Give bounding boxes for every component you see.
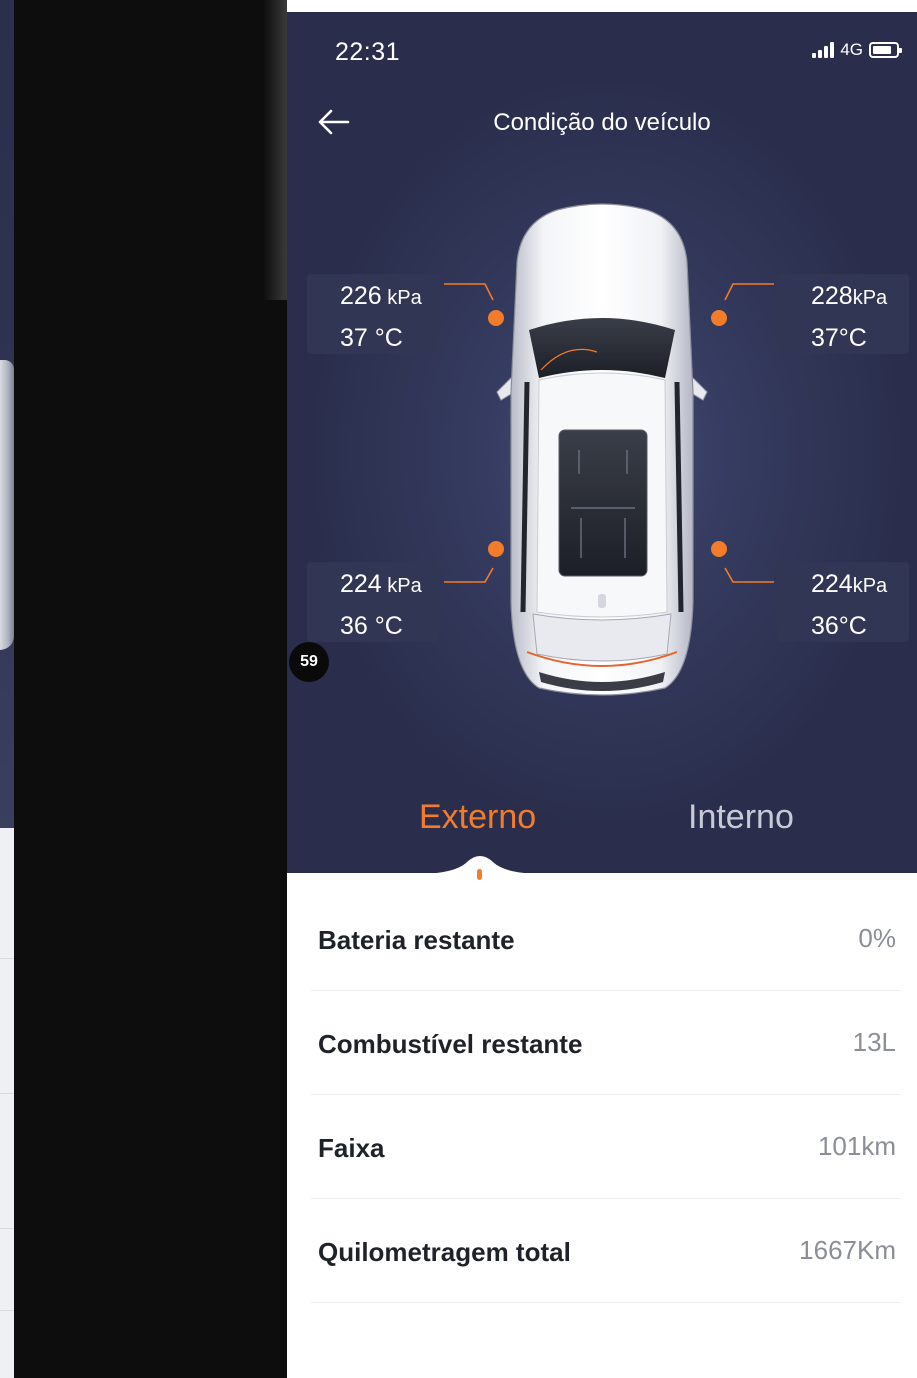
rear-left-tire-info: 224 kPa 36 °C [307, 562, 439, 642]
previous-screen-car-image [0, 360, 14, 650]
rear-right-temperature: 36°C [811, 612, 867, 640]
front-left-temperature: 37 °C [340, 324, 403, 352]
car-top-view-image [496, 203, 708, 696]
rear-left-pressure: 224 [340, 570, 382, 598]
stat-value: 1667Km [799, 1235, 896, 1265]
stat-label: Combustível restante [318, 1029, 583, 1059]
stat-value: 101km [817, 1131, 896, 1161]
previous-screen-divider [0, 1310, 14, 1311]
notification-badge[interactable]: 59 [289, 642, 329, 682]
divider [311, 1302, 901, 1303]
rear-left-temperature: 36 °C [340, 612, 403, 640]
front-right-tire-info: 228kPa 37°C [777, 274, 909, 354]
front-left-pressure-unit: kPa [381, 287, 422, 309]
list-item: Faixa 101km [287, 1095, 917, 1199]
tab-externo[interactable]: Externo [419, 798, 536, 837]
front-left-tire-info: 226 kPa 37 °C [307, 274, 439, 354]
stat-value: 13L [852, 1027, 896, 1057]
front-right-pressure: 228 [811, 282, 853, 310]
active-tab-indicator [415, 856, 545, 888]
stat-label: Quilometragem total [318, 1237, 571, 1267]
vehicle-condition-screen: 22:31 4G Condição do veículo 226 kPa 37 … [287, 12, 917, 1378]
front-right-pressure-unit: kPa [852, 287, 888, 309]
previous-screen-edge [0, 0, 14, 1378]
stat-label: Bateria restante [318, 925, 515, 955]
stat-value: 0% [858, 923, 896, 953]
list-item: Quilometragem total 1667Km [287, 1199, 917, 1303]
previous-screen-divider [0, 958, 14, 959]
rear-right-pressure-unit: kPa [852, 575, 888, 597]
black-separator [14, 0, 287, 1378]
rear-right-pressure: 224 [811, 570, 853, 598]
list-item: Bateria restante 0% [287, 887, 917, 991]
front-left-pressure: 226 [340, 282, 382, 310]
tab-interno[interactable]: Interno [688, 798, 794, 837]
list-item: Combustível restante 13L [287, 991, 917, 1095]
previous-screen-divider [0, 1093, 14, 1094]
stat-label: Faixa [318, 1133, 385, 1163]
rear-right-tire-info: 224kPa 36°C [777, 562, 909, 642]
rear-left-pressure-unit: kPa [381, 575, 422, 597]
front-right-temperature: 37°C [811, 324, 867, 352]
vehicle-stats-list: Bateria restante 0% Combustível restante… [287, 887, 917, 1303]
previous-screen-divider [0, 1228, 14, 1229]
vehicle-hero-panel: 22:31 4G Condição do veículo 226 kPa 37 … [287, 12, 917, 873]
